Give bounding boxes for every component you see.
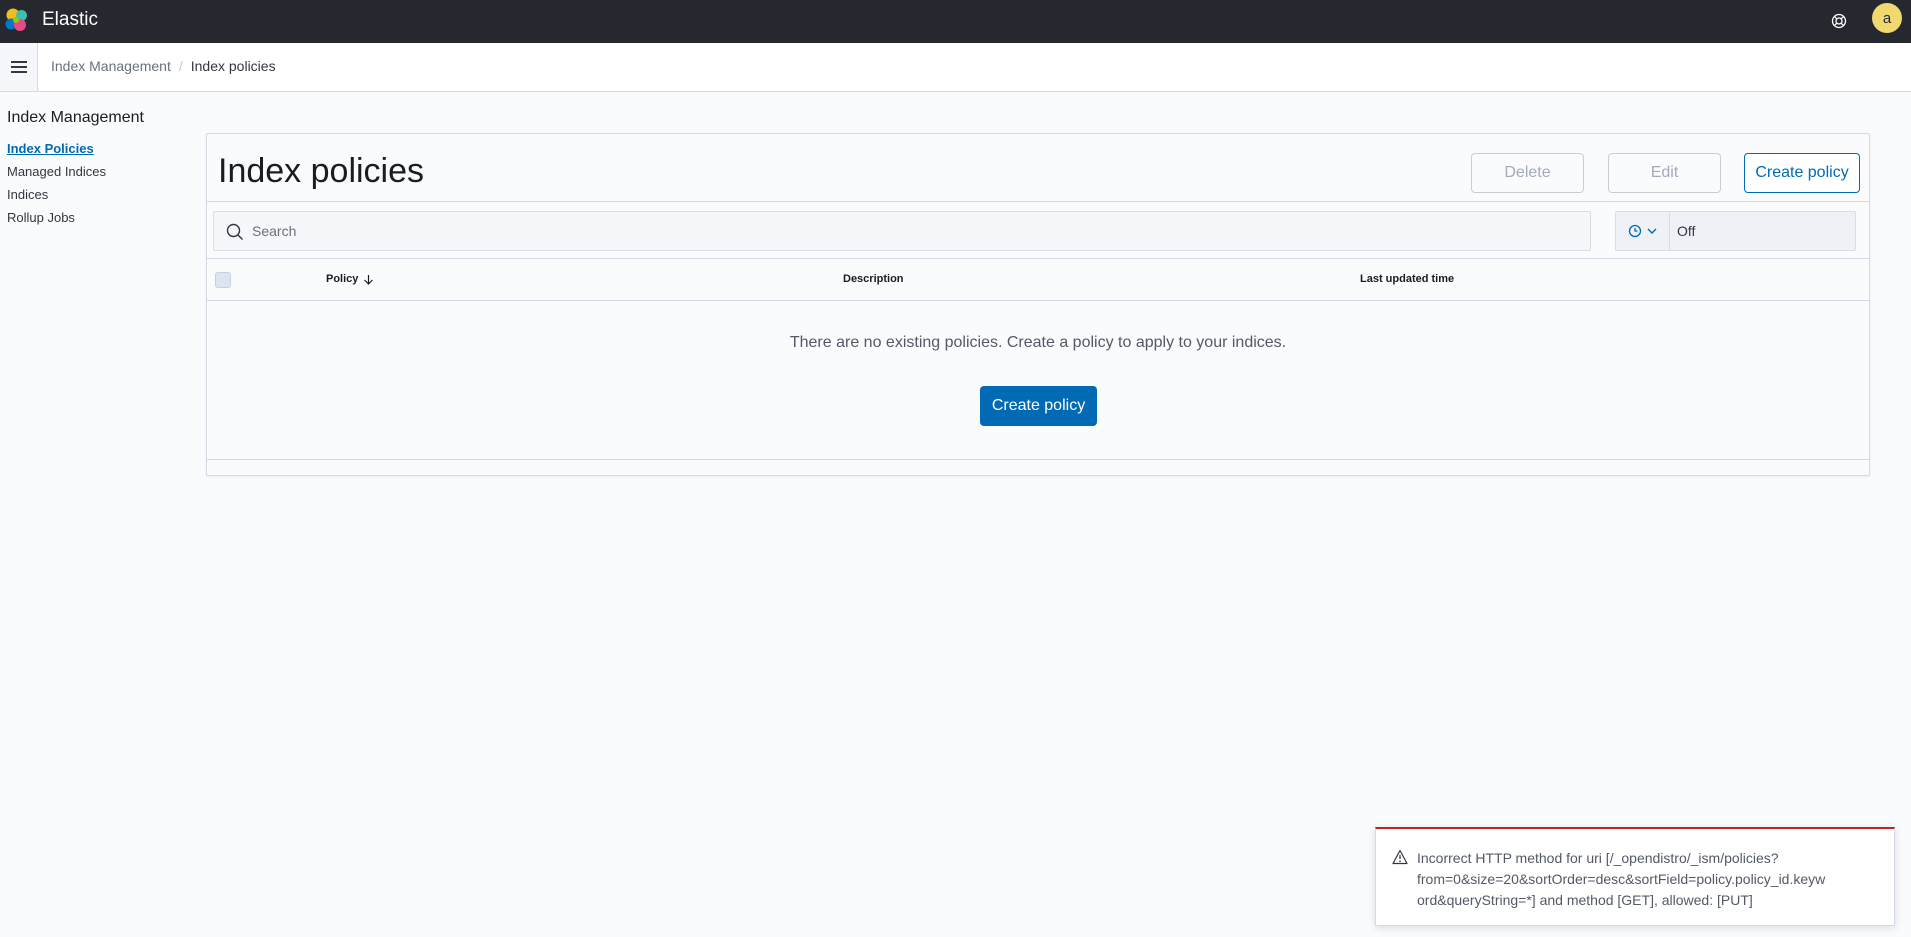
select-all-checkbox[interactable] bbox=[215, 272, 231, 288]
empty-create-policy-button[interactable]: Create policy bbox=[980, 386, 1097, 426]
side-nav-title: Index Management bbox=[7, 109, 144, 126]
create-policy-button[interactable]: Create policy bbox=[1744, 153, 1860, 193]
search-icon bbox=[226, 223, 243, 240]
side-nav-item-index-policies[interactable]: Index Policies bbox=[7, 137, 144, 160]
empty-table-message: There are no existing policies. Create a… bbox=[789, 334, 1287, 351]
menu-toggle-button[interactable] bbox=[0, 43, 38, 91]
toast-message-line: from=0&size=20&sortOrder=desc&sortField=… bbox=[1417, 871, 1826, 887]
policies-panel: Index policies Delete Edit Create policy… bbox=[206, 133, 1870, 476]
help-button[interactable] bbox=[1826, 8, 1852, 34]
warning-icon bbox=[1392, 849, 1408, 865]
search-input[interactable] bbox=[252, 212, 1572, 250]
column-header-policy-label: Policy bbox=[326, 273, 359, 285]
breadcrumb: Index Management / Index policies bbox=[51, 58, 276, 74]
side-nav-item-managed-indices[interactable]: Managed Indices bbox=[7, 160, 144, 183]
hamburger-menu-icon bbox=[10, 61, 27, 73]
page-title: Index policies bbox=[218, 152, 425, 190]
column-header-last-updated: Last updated time bbox=[1360, 273, 1455, 285]
panel-divider bbox=[207, 201, 1869, 202]
chevron-down-icon bbox=[1647, 228, 1656, 234]
column-header-description: Description bbox=[843, 273, 904, 285]
table-header: Policy Description Last updated time bbox=[207, 259, 1869, 299]
edit-button[interactable]: Edit bbox=[1608, 153, 1721, 193]
table-footer-border bbox=[207, 459, 1869, 460]
app-title: Elastic bbox=[42, 9, 98, 30]
breadcrumb-index-management[interactable]: Index Management bbox=[51, 58, 171, 74]
toast-message: Incorrect HTTP method for uri [/_opendis… bbox=[1417, 848, 1877, 911]
error-toast: Incorrect HTTP method for uri [/_opendis… bbox=[1375, 827, 1895, 926]
column-header-policy[interactable]: Policy bbox=[326, 273, 374, 285]
toast-message-line: Incorrect HTTP method for uri [/_opendis… bbox=[1417, 850, 1779, 866]
breadcrumb-current: Index policies bbox=[190, 58, 276, 74]
help-lifebuoy-icon bbox=[1831, 13, 1847, 29]
sort-descending-arrow-icon bbox=[364, 274, 374, 285]
user-avatar[interactable]: a bbox=[1872, 3, 1902, 33]
breadcrumb-bar: Index Management / Index policies bbox=[0, 43, 1911, 92]
top-header: Elastic a bbox=[0, 0, 1911, 43]
clock-icon bbox=[1628, 224, 1641, 238]
table-header-border bbox=[207, 300, 1869, 301]
side-nav-item-rollup-jobs[interactable]: Rollup Jobs bbox=[7, 206, 144, 229]
toast-message-line: ord&queryString=*] and method [GET], all… bbox=[1417, 892, 1753, 908]
refresh-interval-control: Off bbox=[1615, 211, 1856, 251]
delete-button[interactable]: Delete bbox=[1471, 153, 1584, 193]
elastic-logo-icon[interactable] bbox=[3, 6, 31, 34]
refresh-interval-value: Off bbox=[1677, 223, 1696, 239]
breadcrumb-separator: / bbox=[178, 58, 183, 74]
side-nav: Index Management Index Policies Managed … bbox=[7, 109, 144, 229]
refresh-interval-toggle[interactable] bbox=[1616, 212, 1670, 250]
search-box bbox=[213, 211, 1591, 251]
side-nav-item-indices[interactable]: Indices bbox=[7, 183, 144, 206]
